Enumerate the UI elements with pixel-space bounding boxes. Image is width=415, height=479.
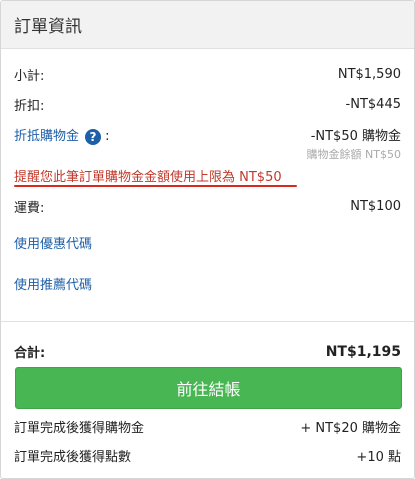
use-referral-link[interactable]: 使用推薦代碼 bbox=[14, 274, 92, 293]
reward-credit-row: 訂單完成後獲得購物金 + NT$20 購物金 bbox=[14, 417, 401, 436]
credit-colon: : bbox=[105, 129, 110, 144]
credit-limit-warning: 提醒您此筆訂單購物金金額使用上限為 NT$50 bbox=[14, 170, 282, 185]
total-value: NT$1,195 bbox=[325, 343, 401, 360]
discount-label: 折扣: bbox=[14, 99, 45, 114]
reward-points-value: +10 點 bbox=[356, 450, 401, 465]
warning-underline bbox=[14, 185, 297, 187]
coupon-row: 使用優惠代碼 bbox=[14, 233, 401, 252]
credit-link[interactable]: 折抵購物金 bbox=[14, 129, 79, 144]
checkout-button[interactable]: 前往結帳 bbox=[15, 367, 402, 409]
referral-row: 使用推薦代碼 bbox=[14, 274, 401, 293]
total-row: 合計: NT$1,195 bbox=[14, 342, 401, 362]
shipping-label: 運費: bbox=[14, 201, 45, 216]
credit-label-group: 折抵購物金? : bbox=[14, 125, 110, 145]
panel-header: 訂單資訊 bbox=[1, 1, 414, 49]
reward-points-label: 訂單完成後獲得點數 bbox=[14, 450, 132, 465]
subtotal-row: 小計: NT$1,590 bbox=[14, 65, 401, 84]
credit-value: -NT$50 購物金 bbox=[310, 129, 401, 145]
question-icon[interactable]: ? bbox=[85, 128, 102, 145]
panel-title: 訂單資訊 bbox=[14, 17, 82, 37]
reward-points-row: 訂單完成後獲得點數 +10 點 bbox=[14, 446, 401, 465]
divider bbox=[1, 321, 414, 322]
total-label: 合計: bbox=[14, 346, 46, 361]
order-info-panel: 訂單資訊 小計: NT$1,590 折扣: -NT$445 折抵購物金? : -… bbox=[0, 0, 415, 479]
reward-credit-label: 訂單完成後獲得購物金 bbox=[14, 421, 145, 436]
shipping-row: 運費: NT$100 bbox=[14, 197, 401, 216]
shipping-value: NT$100 bbox=[350, 199, 401, 214]
discount-row: 折扣: -NT$445 bbox=[14, 95, 401, 114]
discount-value: -NT$445 bbox=[345, 97, 401, 112]
use-coupon-link[interactable]: 使用優惠代碼 bbox=[14, 233, 92, 252]
credit-balance: 購物金餘額 NT$50 bbox=[306, 148, 401, 161]
credit-row: 折抵購物金? : -NT$50 購物金 bbox=[14, 125, 401, 145]
subtotal-label: 小計: bbox=[14, 69, 45, 84]
subtotal-value: NT$1,590 bbox=[337, 67, 401, 82]
reward-credit-value: + NT$20 購物金 bbox=[300, 421, 401, 436]
